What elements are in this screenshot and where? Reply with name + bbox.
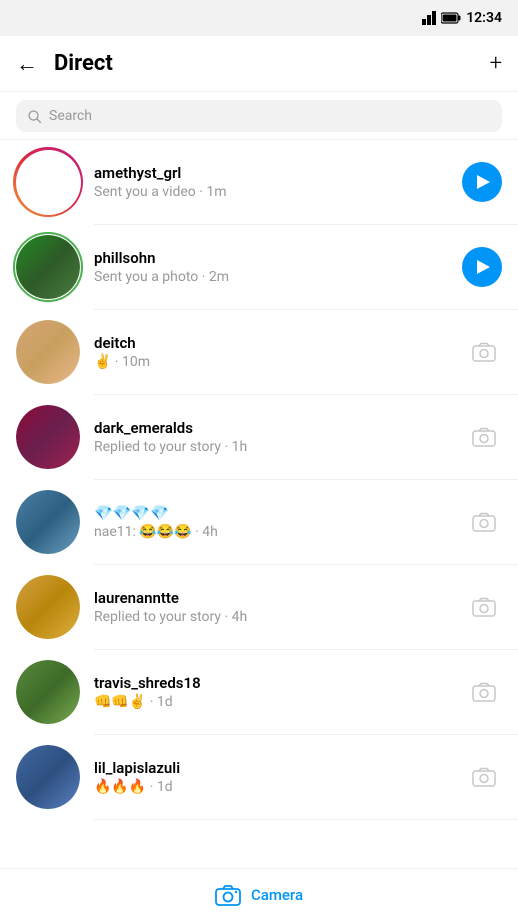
play-button[interactable] [462, 162, 502, 202]
conv-subtext: 👊👊✌️ · 1d [94, 694, 452, 710]
conv-subtext: Replied to your story · 4h [94, 609, 452, 625]
battery-icon [441, 12, 461, 24]
camera-icon [472, 597, 496, 617]
conv-username: lil_lapislazuli [94, 759, 452, 777]
conv-subtext: Replied to your story · 1h [94, 439, 452, 455]
list-item[interactable]: laurenanntte Replied to your story · 4h [0, 565, 518, 649]
camera-icon [472, 427, 496, 447]
list-item[interactable]: 💎💎💎💎 nae11: 😂😂😂 · 4h [0, 480, 518, 564]
camera-icon [472, 767, 496, 787]
camera-icon [472, 682, 496, 702]
conv-action[interactable] [466, 504, 502, 540]
avatar [16, 490, 80, 554]
avatar [16, 660, 80, 724]
conv-username: 💎💎💎💎 [94, 504, 452, 522]
conv-action[interactable] [462, 247, 502, 287]
conv-username: travis_shreds18 [94, 674, 452, 692]
conversation-list: amethyst_grl Sent you a video · 1m phillso… [0, 140, 518, 868]
conv-username: deitch [94, 334, 452, 352]
camera-message-icon[interactable] [466, 674, 502, 710]
conv-action[interactable] [466, 589, 502, 625]
conv-info: dark_emeralds Replied to your story · 1h [94, 419, 452, 455]
story-ring-green [13, 232, 83, 302]
conv-info: lil_lapislazuli 🔥🔥🔥 · 1d [94, 759, 452, 795]
conv-username: laurenanntte [94, 589, 452, 607]
avatar [16, 745, 80, 809]
camera-icon [215, 884, 241, 906]
search-icon [28, 110, 41, 123]
camera-message-icon[interactable] [466, 334, 502, 370]
list-item[interactable]: dark_emeralds Replied to your story · 1h [0, 395, 518, 479]
search-bar: Search [0, 92, 518, 140]
conv-username: amethyst_grl [94, 164, 448, 182]
conv-username: dark_emeralds [94, 419, 452, 437]
avatar [16, 575, 80, 639]
conv-info: laurenanntte Replied to your story · 4h [94, 589, 452, 625]
conv-subtext: ✌️ · 10m [94, 354, 452, 370]
conv-subtext: Sent you a video · 1m [94, 184, 448, 200]
status-bar: 12:34 [0, 0, 518, 36]
list-item[interactable]: deitch ✌️ · 10m [0, 310, 518, 394]
camera-message-icon[interactable] [466, 759, 502, 795]
play-button[interactable] [462, 247, 502, 287]
camera-icon [472, 512, 496, 532]
camera-message-icon[interactable] [466, 504, 502, 540]
conv-info: travis_shreds18 👊👊✌️ · 1d [94, 674, 452, 710]
search-input-wrap[interactable]: Search [16, 100, 502, 132]
new-message-button[interactable]: + [490, 51, 502, 76]
play-icon [477, 175, 490, 189]
avatar [16, 405, 80, 469]
page-title: Direct [54, 51, 490, 76]
avatar [16, 150, 80, 214]
conv-username: phillsohn [94, 249, 448, 267]
conv-info: deitch ✌️ · 10m [94, 334, 452, 370]
conv-subtext: 🔥🔥🔥 · 1d [94, 779, 452, 795]
conv-action[interactable] [466, 674, 502, 710]
conv-action[interactable] [462, 162, 502, 202]
signal-icon [422, 11, 436, 25]
camera-label: Camera [251, 886, 303, 904]
play-icon [477, 260, 490, 274]
story-ring-gradient [13, 147, 83, 217]
conv-action[interactable] [466, 759, 502, 795]
conv-info: phillsohn Sent you a photo · 2m [94, 249, 448, 285]
conv-action[interactable] [466, 334, 502, 370]
conv-subtext: nae11: 😂😂😂 · 4h [94, 524, 452, 540]
conv-action[interactable] [466, 419, 502, 455]
back-button[interactable]: ← [16, 51, 38, 77]
search-placeholder: Search [49, 108, 92, 124]
header: ← Direct + [0, 36, 518, 92]
avatar [16, 320, 80, 384]
conv-info: 💎💎💎💎 nae11: 😂😂😂 · 4h [94, 504, 452, 540]
conv-info: amethyst_grl Sent you a video · 1m [94, 164, 448, 200]
status-time: 12:34 [466, 10, 502, 26]
list-item[interactable]: travis_shreds18 👊👊✌️ · 1d [0, 650, 518, 734]
camera-bar[interactable]: Camera [0, 868, 518, 920]
camera-icon [472, 342, 496, 362]
list-item[interactable]: phillsohn Sent you a photo · 2m [0, 225, 518, 309]
conv-subtext: Sent you a photo · 2m [94, 269, 448, 285]
avatar [16, 235, 80, 299]
camera-message-icon[interactable] [466, 419, 502, 455]
list-item[interactable]: lil_lapislazuli 🔥🔥🔥 · 1d [0, 735, 518, 819]
camera-message-icon[interactable] [466, 589, 502, 625]
status-icons: 12:34 [422, 10, 502, 26]
list-item[interactable]: amethyst_grl Sent you a video · 1m [0, 140, 518, 224]
